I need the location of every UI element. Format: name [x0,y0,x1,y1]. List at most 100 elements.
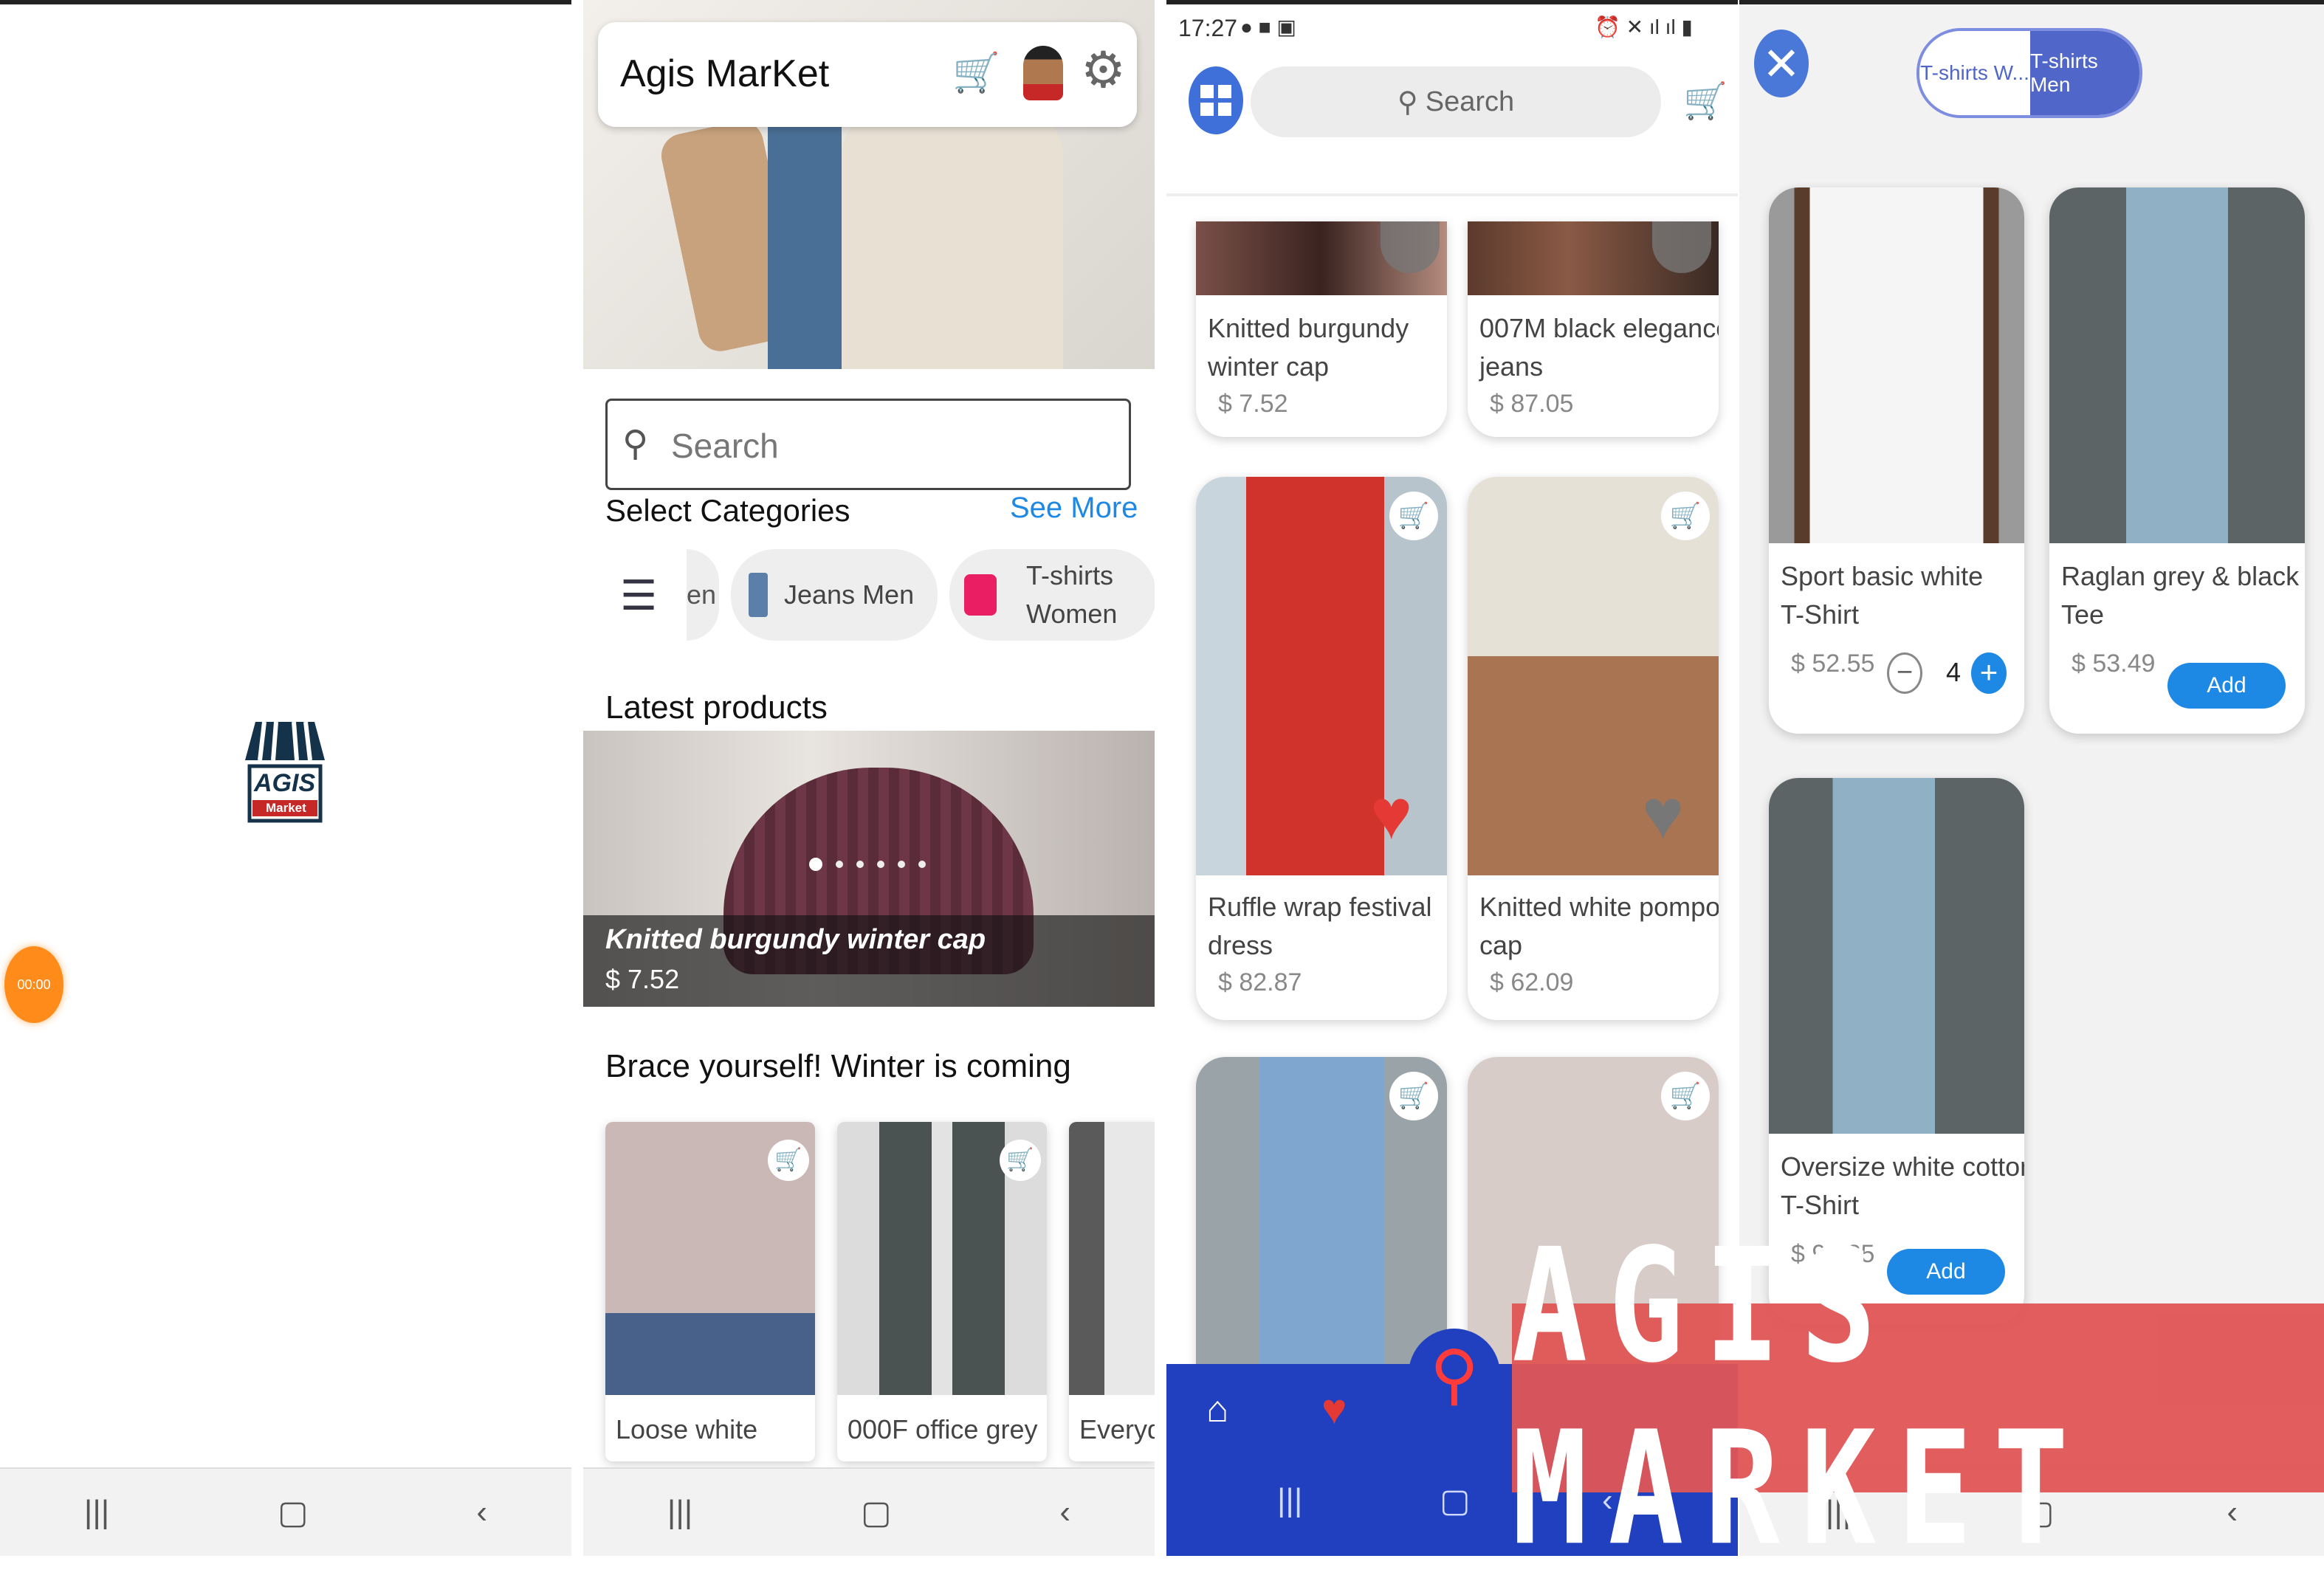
product-name: Knitted white pompom [1479,892,1719,922]
add-button[interactable]: Add [2167,663,2286,709]
logo-text: AGIS [254,769,316,797]
product-name: Loose white [616,1414,758,1444]
category-chip-label: T-shirts [1026,560,1114,590]
product-name: Everyda [1079,1414,1155,1444]
add-to-cart-icon[interactable]: 🛒 [1661,1072,1710,1120]
category-chip-jeans[interactable]: Jeans Men [731,549,938,641]
search-bar[interactable]: ⚲ Search [1251,66,1661,137]
recording-timer[interactable]: 00:00 [4,946,63,1023]
home-icon[interactable]: ▢ [278,1494,309,1532]
promo-title-text: AGIS MARKET [1512,1215,2090,1581]
product-name-line2: dress [1208,930,1273,960]
product-card[interactable]: 007M black elegance jeans $ 87.05 [1468,221,1719,437]
search-field[interactable]: ⚲ Search [605,399,1131,490]
carousel-dots [809,858,926,871]
product-price: $ 82.87 [1218,968,1302,996]
quantity-value: 4 [1946,657,1962,687]
product-card[interactable]: 🛒 ♥ Knitted white pompom cap $ 62.09 [1468,477,1719,1020]
latest-products-carousel[interactable]: Knitted burgundy winter cap $ 7.52 [583,731,1155,1007]
add-to-cart-icon[interactable]: 🛒 [1000,1140,1041,1181]
category-chip-label: en [687,579,717,610]
product-card[interactable]: Knitted burgundy winter cap $ 7.52 [1196,221,1447,437]
system-nav-bar: ||| ▢ ‹ [583,1467,1155,1556]
promo-title-banner: AGIS MARKET [1512,1216,2324,1581]
product-price: $ 52.55 [1791,650,1875,678]
gear-icon[interactable]: ⚙ [1081,41,1126,100]
app-bar: Agis MarKet 🛒 ⚙ [598,22,1137,127]
product-name-line2: cap [1479,930,1523,960]
home-icon[interactable]: ▢ [861,1494,892,1532]
favorite-heart-icon[interactable]: ♥ [1642,779,1713,850]
status-line [0,0,571,4]
product-name-line2: winter cap [1208,351,1330,382]
product-price: $ 62.09 [1490,968,1574,996]
tshirt-icon [964,574,997,616]
avatar[interactable] [1023,46,1063,100]
add-to-cart-icon[interactable]: 🛒 [1661,492,1710,540]
search-icon: ⚲ [622,424,649,464]
product-image [1069,1122,1155,1395]
category-tabs: T-shirts W... T-shirts Men [1916,28,2142,118]
increase-quantity-button[interactable]: + [1971,652,2007,694]
timer-text: 00:00 [17,976,51,992]
tab-label: T-shirts W... [1920,61,2029,84]
home-screen: Agis MarKet 🛒 ⚙ ⚲ Search Select Categori… [583,0,1155,1556]
favorite-heart-icon[interactable]: ♥ [1370,779,1441,850]
product-card[interactable]: 🛒 ♥ Ruffle wrap festival dress $ 82.87 [1196,477,1447,1020]
banner-product-name: Knitted burgundy winter cap [605,924,986,955]
recents-icon[interactable]: ||| [667,1494,692,1531]
add-to-cart-icon[interactable]: 🛒 [768,1140,809,1181]
decrease-quantity-button[interactable]: − [1887,652,1922,694]
search-placeholder: Search [671,427,779,465]
category-chip-tshirts-women[interactable]: T-shirts Women [949,549,1155,641]
favorites-nav-icon[interactable]: ♥ [1321,1385,1347,1434]
status-time: 17:27 [1178,15,1238,41]
add-to-cart-icon[interactable]: 🛒 [1389,1072,1438,1120]
home-icon[interactable]: ▢ [1440,1482,1471,1520]
product-image [1769,778,2024,1134]
cart-icon[interactable]: 🛒 [952,50,1000,95]
system-nav-bar: ||| ▢ ‹ [0,1467,571,1556]
recents-icon[interactable]: ||| [1277,1482,1302,1519]
back-icon[interactable]: ‹ [1059,1494,1070,1531]
product-name-line2: jeans [1479,351,1544,382]
product-name: 000F office grey [848,1414,1038,1444]
product-name: Raglan grey & black [2061,561,2300,591]
status-icons: ● ■ ▣ [1240,16,1296,38]
sliders-icon: ☰ [620,572,658,619]
tab-tshirts-men[interactable]: T-shirts Men [2029,31,2139,115]
product-card[interactable]: Everyda [1069,1122,1155,1461]
tab-tshirts-women[interactable]: T-shirts W... [1919,31,2030,115]
search-icon: ⚲ [1397,86,1418,118]
see-more-link[interactable]: See More [1010,492,1138,525]
product-name: Ruffle wrap festival [1208,892,1432,922]
product-name-line2: T-Shirt [1781,599,1860,630]
cart-icon[interactable]: 🛒 [1683,80,1727,122]
app-logo: AGIS Market [244,717,326,825]
latest-products-title: Latest products [605,689,828,726]
winter-section-title: Brace yourself! Winter is coming [605,1048,1071,1084]
product-card[interactable]: 🛒 Loose white [605,1122,815,1461]
splash-screen: AGIS Market 00:00 ||| ▢ ‹ [0,0,571,1556]
filter-button[interactable]: ☰ [605,554,679,642]
search-icon: ⚲ [1430,1337,1479,1412]
product-name: 007M black elegance [1479,313,1719,343]
product-card[interactable]: 🛒 000F office grey [837,1122,1047,1461]
recents-icon[interactable]: ||| [84,1494,109,1531]
product-card[interactable]: Raglan grey & black Tee $ 53.49 Add [2049,187,2305,734]
product-name-line2: Tee [2061,599,2105,630]
header-divider [1166,193,1738,196]
category-chip-label: Women [1026,599,1118,629]
jeans-icon [749,573,768,617]
add-to-cart-icon[interactable]: 🛒 [1389,492,1438,540]
home-nav-icon[interactable]: ⌂ [1206,1388,1228,1430]
close-button[interactable]: ✕ [1754,30,1809,97]
search-fab[interactable]: ⚲ [1409,1329,1500,1420]
category-chip-partial[interactable]: en [687,549,719,641]
categories-title: Select Categories [605,493,850,528]
back-icon[interactable]: ‹ [476,1494,487,1531]
logo-subtext: Market [266,801,306,815]
menu-grid-button[interactable] [1189,66,1243,134]
product-card[interactable]: Sport basic white T-Shirt $ 52.55 − 4 + [1769,187,2024,734]
status-line [1739,0,2324,4]
